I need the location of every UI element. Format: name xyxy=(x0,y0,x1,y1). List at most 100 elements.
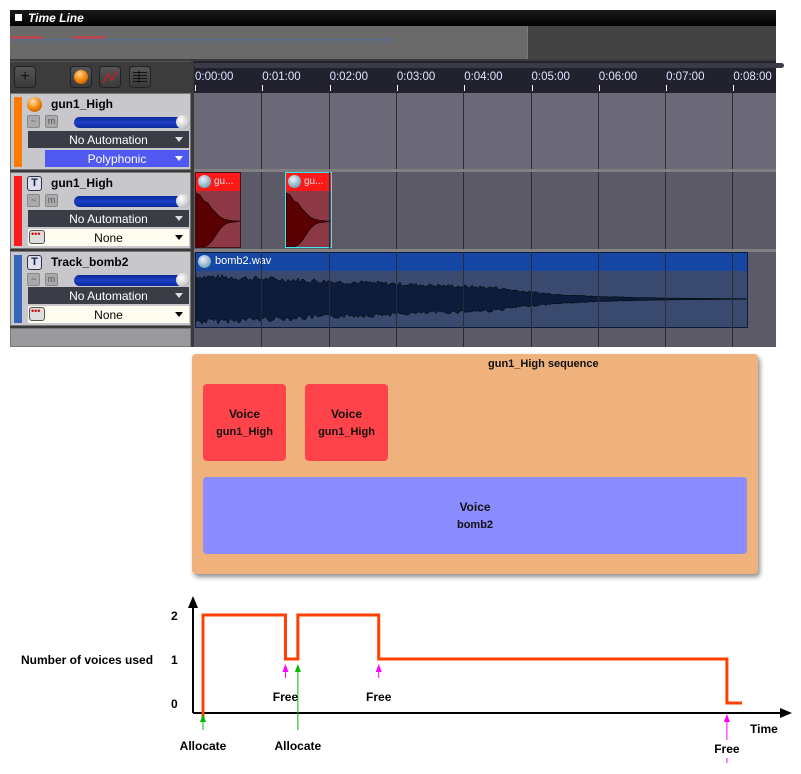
overview-strip[interactable] xyxy=(10,26,776,59)
ruler-tick: 0:01:00 xyxy=(262,71,301,91)
voice-name: bomb2 xyxy=(456,519,494,531)
annotation-arrowhead xyxy=(294,664,301,672)
plus-icon: + xyxy=(20,68,30,85)
automation-dropdown[interactable]: No Automation xyxy=(28,287,189,304)
grid-line xyxy=(665,172,667,249)
voice-name: gun1_High xyxy=(318,426,375,438)
clip-label: gu... xyxy=(214,176,234,187)
grid-line xyxy=(597,252,599,347)
grid-line xyxy=(328,93,330,169)
grid-line xyxy=(395,172,397,249)
envelope-icon[interactable]: ~ xyxy=(27,115,40,128)
annotation-arrowhead xyxy=(375,664,382,672)
orange-ball-icon xyxy=(74,70,88,84)
track-header-2[interactable]: T gun1_High ~ m No Automation None xyxy=(10,172,191,249)
audio-file-icon xyxy=(288,175,301,188)
track-color-bar xyxy=(14,97,22,167)
envelope-icon[interactable]: ~ xyxy=(27,273,40,286)
track-name: gun1_High xyxy=(51,176,113,190)
chevron-down-icon xyxy=(175,216,183,221)
timeline-window: Time Line + 0:00:00 0:01:00 0:02:00 0:03… xyxy=(10,10,784,347)
overview-visible-region[interactable] xyxy=(10,26,528,59)
text-track-icon: T xyxy=(27,255,42,270)
waveform xyxy=(195,192,241,248)
annotation-label: Allocate xyxy=(180,739,227,753)
list-icon xyxy=(133,71,147,83)
track-header-3[interactable]: T Track_bomb2 ~ m No Automation None xyxy=(10,251,191,326)
waveform xyxy=(285,192,332,248)
grid-line xyxy=(261,252,263,347)
track-toolbar: + xyxy=(10,61,191,93)
list-view-button[interactable] xyxy=(129,66,151,88)
chevron-down-icon xyxy=(175,293,183,298)
slider-knob[interactable] xyxy=(176,273,190,287)
chevron-down-icon xyxy=(175,312,183,317)
volume-slider[interactable] xyxy=(74,194,190,208)
grid-line xyxy=(597,172,599,249)
tracks-area: gun1_High ~ m No Automation Polyphonic T… xyxy=(10,93,776,347)
grid-line xyxy=(530,252,532,347)
time-ruler[interactable]: 0:00:00 0:01:00 0:02:00 0:03:00 0:04:00 0:05:… xyxy=(194,61,784,93)
automation-dropdown[interactable]: No Automation xyxy=(28,210,189,227)
clip[interactable]: gu... xyxy=(195,172,241,248)
add-track-button[interactable]: + xyxy=(14,66,36,88)
annotation-label: Free xyxy=(273,690,299,704)
sound-ball-icon xyxy=(27,97,42,112)
waveform-shape xyxy=(195,273,747,325)
ruler-tick: 0:00:00 xyxy=(195,71,233,91)
track-lane-3[interactable]: bomb2.wav xyxy=(194,252,776,347)
title-bar[interactable]: Time Line xyxy=(10,10,776,26)
voice-label: Voice xyxy=(459,500,491,514)
annotation-arrowhead xyxy=(200,714,206,722)
mode-dropdown[interactable]: None xyxy=(28,229,189,246)
mute-icon[interactable]: m xyxy=(45,194,58,207)
y-axis-arrow xyxy=(188,596,198,608)
voice-usage-chart: Number of voices used 0 1 2 Allocate Free Al… xyxy=(21,596,792,763)
slider-knob[interactable] xyxy=(176,194,190,208)
mute-icon[interactable]: m xyxy=(45,273,58,286)
empty-track-slot xyxy=(10,328,191,347)
track-lane-1[interactable] xyxy=(194,93,776,169)
grid-line xyxy=(395,252,397,347)
dropdown-value: None xyxy=(94,307,123,322)
audio-file-icon xyxy=(198,255,211,268)
volume-slider[interactable] xyxy=(74,273,190,287)
automation-button[interactable] xyxy=(99,66,121,88)
horizontal-scrollbar[interactable] xyxy=(194,63,784,68)
grid-line xyxy=(732,172,734,249)
track-color-bar xyxy=(14,255,22,323)
sequence-title: gun1_High sequence xyxy=(488,358,599,370)
y-axis-label: Number of voices used xyxy=(21,653,153,667)
automation-dropdown[interactable]: No Automation xyxy=(28,131,189,148)
automation-curve-icon xyxy=(102,70,118,84)
ruler-tick: 0:02:00 xyxy=(329,71,368,91)
envelope-icon[interactable]: ~ xyxy=(27,194,40,207)
annotation-arrowhead xyxy=(723,714,730,722)
grid-line xyxy=(597,93,599,169)
grid-line xyxy=(530,93,532,169)
chevron-down-icon xyxy=(175,137,183,142)
mute-icon[interactable]: m xyxy=(45,115,58,128)
grid-line xyxy=(463,252,465,347)
sound-button[interactable] xyxy=(70,66,92,88)
annotation-label: Free xyxy=(714,742,740,756)
voice-label: Voice xyxy=(330,407,363,421)
y-tick-label: 1 xyxy=(171,653,178,667)
slider-knob[interactable] xyxy=(176,115,190,129)
clip-selected[interactable]: gu... xyxy=(285,172,332,248)
voice-label: Voice xyxy=(228,407,261,421)
window-checkbox[interactable] xyxy=(15,14,22,21)
dropdown-value: No Automation xyxy=(69,288,148,303)
track-lane-2[interactable]: gu... gu... xyxy=(194,172,776,249)
annotation-label: Free xyxy=(366,690,392,704)
ruler-tick: 0:04:00 xyxy=(464,71,503,91)
grid-line xyxy=(463,93,465,169)
grid-line xyxy=(328,252,330,347)
mode-dropdown[interactable]: None xyxy=(28,306,189,323)
volume-slider[interactable] xyxy=(74,115,190,129)
playmode-dropdown[interactable]: Polyphonic xyxy=(45,150,189,167)
track-header-1[interactable]: gun1_High ~ m No Automation Polyphonic xyxy=(10,93,191,170)
ruler-tick: 0:03:00 xyxy=(396,71,435,91)
track-name: gun1_High xyxy=(51,97,113,111)
grid-line xyxy=(732,93,734,169)
